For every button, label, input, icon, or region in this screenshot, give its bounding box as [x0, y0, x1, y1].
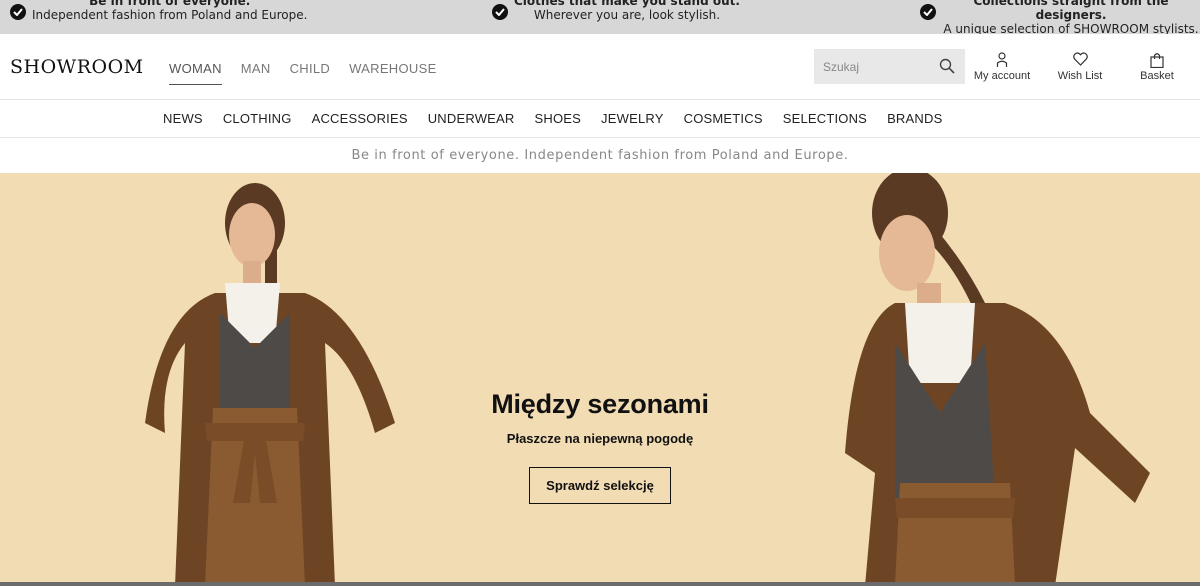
promo-title: Be in front of everyone.: [89, 0, 251, 8]
promo-text: Independent fashion from Poland and Euro…: [32, 8, 308, 22]
category-nav: NEWS CLOTHING ACCESSORIES UNDERWEAR SHOE…: [0, 100, 1200, 138]
promo-item: Collections straight from the designers.…: [920, 0, 1200, 36]
hero-banner[interactable]: Między sezonami Płaszcze na niepewną pog…: [0, 173, 1200, 586]
site-header: SHOWROOM WOMAN MAN CHILD WAREHOUSE My ac…: [0, 34, 1200, 100]
check-icon: [10, 4, 26, 20]
search-input[interactable]: [814, 49, 934, 84]
basket-link[interactable]: Basket: [1136, 52, 1178, 82]
gender-nav-child[interactable]: CHILD: [290, 61, 331, 85]
wish-list-label: Wish List: [1057, 70, 1103, 82]
hero-title: Między sezonami: [491, 389, 709, 419]
promo-title: Clothes that make you stand out.: [514, 0, 740, 8]
tagline-banner: Be in front of everyone. Independent fas…: [0, 139, 1200, 173]
category-cosmetics[interactable]: COSMETICS: [684, 111, 763, 126]
bottom-divider: [0, 582, 1200, 586]
category-selections[interactable]: SELECTIONS: [783, 111, 867, 126]
search-icon[interactable]: [939, 58, 955, 78]
hero-subtitle: Płaszcze na niepewną pogodę: [506, 431, 694, 446]
heart-icon: [1072, 52, 1088, 66]
check-icon: [492, 4, 508, 20]
hero-cta-button[interactable]: Sprawdź selekcję: [529, 467, 671, 504]
search-box: [814, 49, 965, 84]
model-left-image: [145, 183, 395, 586]
hero-content: Między sezonami Płaszcze na niepewną pog…: [400, 389, 800, 504]
basket-label: Basket: [1140, 70, 1174, 82]
category-shoes[interactable]: SHOES: [535, 111, 582, 126]
gender-nav-woman[interactable]: WOMAN: [169, 61, 222, 85]
gender-nav: WOMAN MAN CHILD WAREHOUSE: [169, 61, 456, 85]
gender-nav-warehouse[interactable]: WAREHOUSE: [349, 61, 436, 85]
category-news[interactable]: NEWS: [163, 111, 203, 126]
category-jewelry[interactable]: JEWELRY: [601, 111, 664, 126]
bag-icon: [1150, 53, 1164, 68]
category-brands[interactable]: BRANDS: [887, 111, 942, 126]
promo-bar: Be in front of everyone. Independent fas…: [0, 0, 1200, 36]
my-account-link[interactable]: My account: [971, 52, 1033, 82]
gender-nav-man[interactable]: MAN: [241, 61, 271, 85]
site-logo[interactable]: SHOWROOM: [10, 56, 144, 78]
category-underwear[interactable]: UNDERWEAR: [428, 111, 515, 126]
category-accessories[interactable]: ACCESSORIES: [312, 111, 408, 126]
user-icon: [996, 52, 1008, 67]
promo-item: Clothes that make you stand out. Whereve…: [492, 0, 740, 22]
my-account-label: My account: [973, 70, 1031, 82]
model-right-image: [845, 173, 1150, 586]
wish-list-link[interactable]: Wish List: [1053, 52, 1107, 82]
check-icon: [920, 4, 936, 20]
promo-item: Be in front of everyone. Independent fas…: [10, 0, 307, 22]
promo-title: Collections straight from the designers.: [973, 0, 1169, 22]
promo-text: Wherever you are, look stylish.: [533, 8, 721, 22]
category-clothing[interactable]: CLOTHING: [223, 111, 292, 126]
